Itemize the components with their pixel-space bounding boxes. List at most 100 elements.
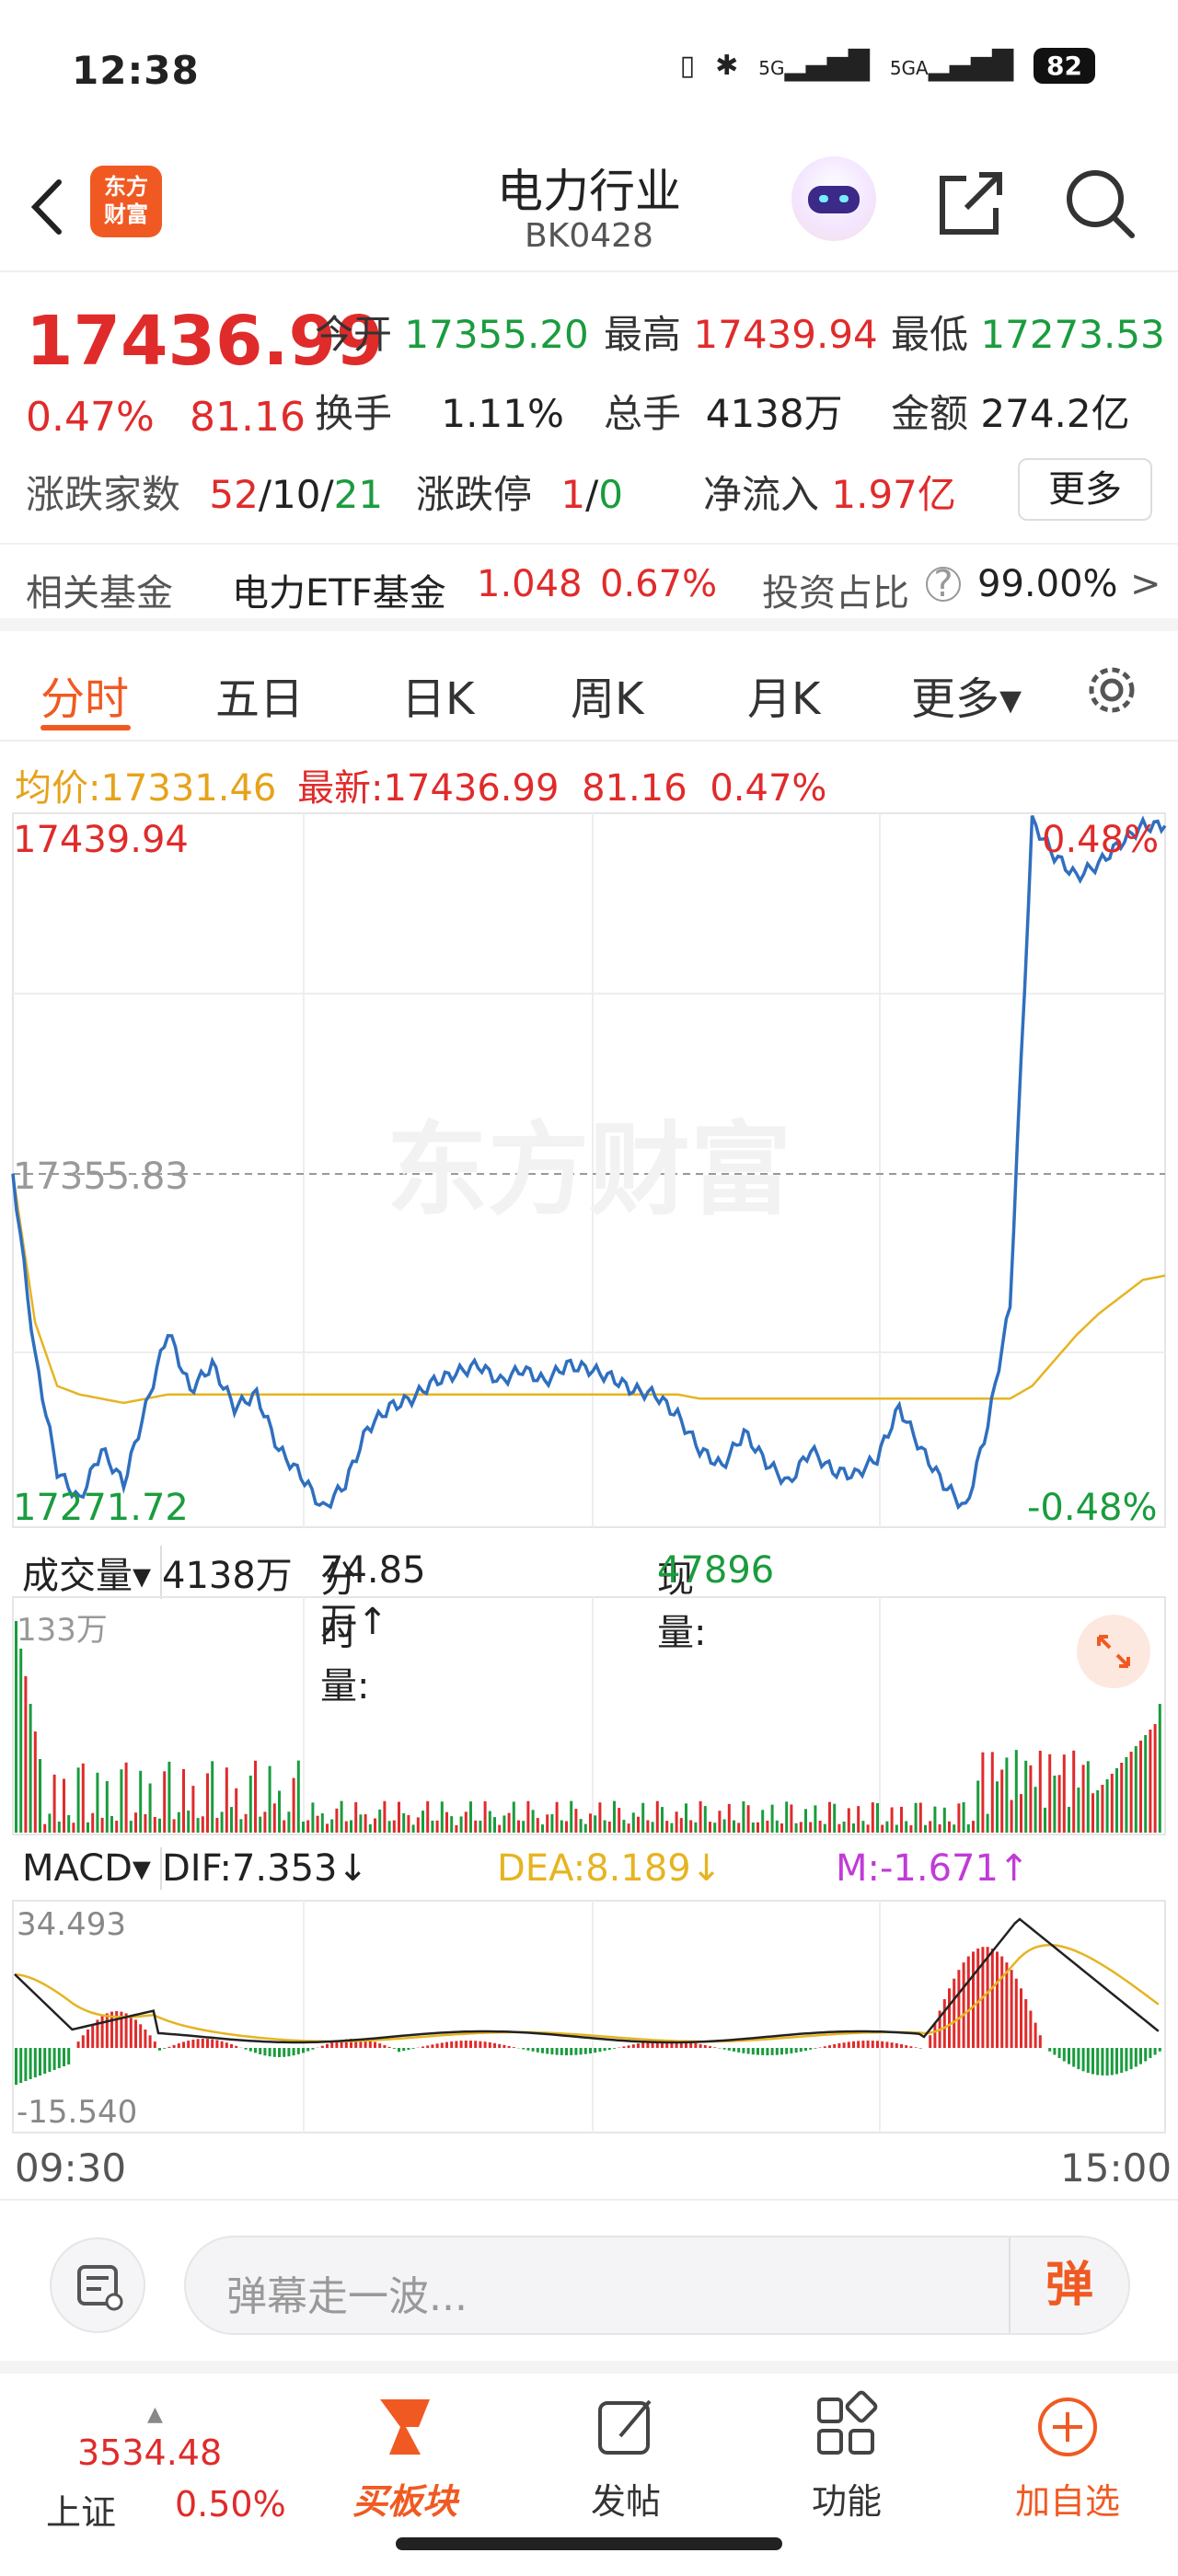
- macd-bar: [272, 2048, 276, 2057]
- battery-icon: 82: [1034, 48, 1095, 84]
- macd-bar: [962, 1962, 965, 2048]
- volume-bar: [368, 1823, 372, 1833]
- volume-bar: [1020, 1794, 1022, 1833]
- macd-bar: [890, 2042, 894, 2048]
- macd-bar: [29, 2048, 32, 2079]
- volume-bar: [727, 1803, 731, 1833]
- volume-bar: [1096, 1790, 1100, 1833]
- macd-bar: [526, 2048, 530, 2051]
- ai-assistant-icon[interactable]: [791, 156, 876, 241]
- vibrate-icon: ▯: [679, 50, 696, 82]
- related-fund-row[interactable]: 相关基金 电力ETF基金 1.048 0.67% 投资占比 ? 99.00% >: [0, 543, 1178, 631]
- volume-bar: [972, 1821, 975, 1833]
- volume-indicator-select[interactable]: 成交量▾: [22, 1546, 163, 1599]
- macd-bar: [455, 2041, 458, 2048]
- macd-bar: [598, 2048, 602, 2053]
- nav-buy-sector[interactable]: 买板块: [313, 2390, 497, 2524]
- macd-bar: [876, 2041, 879, 2048]
- tab-five-day[interactable]: 五日: [215, 662, 304, 727]
- macd-bar: [163, 2048, 167, 2049]
- volume-bar: [87, 1822, 89, 1833]
- volume-bar: [81, 1763, 85, 1833]
- macd-bar: [565, 2048, 568, 2055]
- macd-bar: [637, 2043, 640, 2048]
- volume-bar: [72, 1823, 75, 1833]
- macd-bar: [905, 2045, 908, 2048]
- macd-bar: [847, 2041, 850, 2048]
- volume-bar: [699, 1800, 702, 1833]
- change-amount: 81.16: [190, 394, 306, 441]
- volume-bar: [1129, 1752, 1133, 1833]
- volume-bar: [287, 1811, 291, 1833]
- macd-bar: [474, 2041, 478, 2048]
- macd-bar: [1096, 2048, 1100, 2076]
- macd-bar: [1120, 2048, 1124, 2074]
- more-button[interactable]: 更多: [1018, 458, 1152, 521]
- search-icon[interactable]: [1058, 162, 1141, 245]
- volume-scale-label: 133万: [17, 1612, 108, 1649]
- macd-bar: [709, 2046, 711, 2048]
- volume-bar: [694, 1822, 698, 1833]
- volume-bar: [39, 1759, 41, 1833]
- macd-bar: [488, 2041, 491, 2048]
- volume-bar: [651, 1822, 654, 1833]
- macd-bar: [1014, 1978, 1018, 2048]
- macd-bar: [699, 2043, 702, 2048]
- macd-indicator-select[interactable]: MACD▾: [22, 1847, 162, 1890]
- volume-bar: [574, 1809, 578, 1833]
- nav-add-watchlist[interactable]: 加自选: [976, 2390, 1160, 2524]
- macd-bar: [976, 1948, 980, 2048]
- volume-bar: [618, 1808, 621, 1833]
- macd-bar: [392, 2048, 396, 2049]
- volume-field: 总手 4138万: [604, 391, 843, 436]
- volume-bar: [311, 1802, 315, 1833]
- nav-post[interactable]: 发帖: [534, 2390, 718, 2524]
- volume-bar: [1144, 1735, 1148, 1833]
- tab-daily-k[interactable]: 日K: [401, 662, 474, 727]
- tab-intraday[interactable]: 分时: [40, 662, 129, 727]
- macd-bar: [512, 2047, 515, 2048]
- help-icon[interactable]: ?: [926, 566, 961, 603]
- volume-bar: [350, 1820, 352, 1833]
- macd-bar: [1005, 1962, 1009, 2048]
- macd-bar: [794, 2048, 798, 2053]
- macd-bar: [383, 2045, 387, 2048]
- macd-bar: [52, 2048, 56, 2070]
- volume-bar: [1024, 1760, 1028, 1833]
- low-field: 最低 17273.53: [891, 312, 1165, 357]
- volume-bar: [1125, 1757, 1128, 1833]
- tab-monthly-k[interactable]: 月K: [747, 662, 820, 727]
- volume-bar: [215, 1818, 219, 1833]
- share-icon[interactable]: [930, 162, 1012, 245]
- macd-bar: [411, 2048, 415, 2049]
- gear-icon[interactable]: [1082, 661, 1141, 719]
- chevron-right-icon[interactable]: >: [1130, 563, 1161, 605]
- volume-bar: [416, 1817, 420, 1833]
- danmaku-send-button[interactable]: 弹: [1009, 2237, 1128, 2333]
- danmaku-settings-icon[interactable]: [50, 2237, 145, 2333]
- macd-bar: [148, 2035, 152, 2048]
- volume-bar: [583, 1823, 587, 1833]
- volume-bar: [48, 1813, 52, 1833]
- volume-bar: [316, 1815, 319, 1833]
- volume-bar: [100, 1817, 104, 1833]
- volume-bar: [378, 1809, 382, 1833]
- macd-bar: [861, 2041, 865, 2048]
- expand-icon[interactable]: [1077, 1615, 1150, 1688]
- macd-bar: [1153, 2048, 1157, 2055]
- volume-bar: [962, 1801, 965, 1833]
- nav-functions[interactable]: 功能: [755, 2390, 939, 2524]
- macd-bar: [550, 2048, 554, 2055]
- volume-bar: [248, 1776, 252, 1833]
- tab-more[interactable]: 更多▾: [911, 662, 1022, 727]
- index-ticker[interactable]: ▲ 3534.48 上证 0.50%: [37, 2403, 304, 2550]
- macd-bar: [703, 2044, 707, 2048]
- macd-bar: [230, 2043, 233, 2048]
- macd-bar: [1077, 2048, 1080, 2070]
- y-min-label: 17271.72: [13, 1487, 189, 1529]
- danmaku-input[interactable]: 弹幕走一波... 弹: [184, 2236, 1130, 2335]
- volume-bar: [1068, 1807, 1070, 1833]
- macd-bar: [790, 2048, 793, 2053]
- fund-name[interactable]: 电力ETF基金: [232, 563, 446, 616]
- tab-weekly-k[interactable]: 周K: [571, 662, 643, 727]
